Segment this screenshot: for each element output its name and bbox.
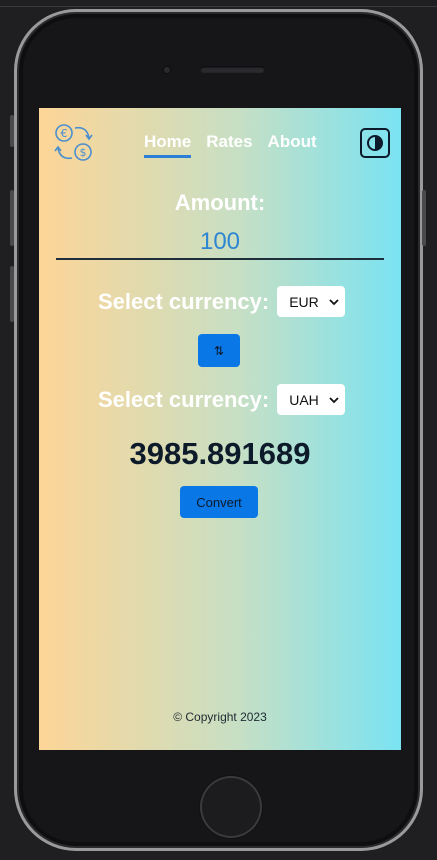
svg-text:€: €	[61, 127, 68, 140]
power-button	[422, 190, 426, 246]
to-currency-label: Select currency:	[98, 386, 270, 412]
amount-input[interactable]	[56, 226, 384, 260]
copyright-footer: © Copyright 2023	[173, 710, 267, 724]
top-divider	[0, 6, 437, 7]
mute-switch	[10, 115, 14, 147]
main-nav: Home Rates About	[144, 132, 317, 158]
nav-home[interactable]: Home	[144, 132, 192, 158]
from-currency-select[interactable]: EUR	[277, 286, 346, 317]
nav-about[interactable]: About	[268, 132, 317, 158]
svg-text:$: $	[80, 146, 87, 159]
currency-exchange-icon[interactable]: € $	[53, 122, 95, 164]
convert-button[interactable]: Convert	[180, 486, 258, 518]
chevron-down-icon	[329, 396, 339, 403]
volume-up-button	[10, 190, 14, 246]
from-currency-label: Select currency:	[98, 288, 270, 314]
home-button[interactable]	[200, 776, 262, 838]
app-screen: € $ Home Rates About Amount: Select curr…	[39, 108, 401, 750]
theme-toggle-button[interactable]	[360, 128, 390, 158]
swap-icon: ⇅	[213, 343, 225, 358]
from-currency-row: Select currency: EUR	[98, 286, 346, 317]
to-currency-row: Select currency: UAH	[98, 384, 346, 415]
contrast-icon	[367, 135, 383, 151]
swap-currencies-button[interactable]: ⇅	[198, 334, 240, 367]
front-camera	[162, 65, 172, 75]
from-currency-value: EUR	[289, 293, 319, 310]
earpiece-speaker	[200, 66, 265, 73]
to-currency-select[interactable]: UAH	[277, 384, 346, 415]
chevron-down-icon	[329, 298, 339, 305]
to-currency-value: UAH	[289, 391, 319, 408]
volume-down-button	[10, 266, 14, 322]
nav-rates[interactable]: Rates	[206, 132, 252, 158]
conversion-result: 3985.891689	[129, 436, 311, 471]
amount-label: Amount:	[174, 190, 266, 215]
